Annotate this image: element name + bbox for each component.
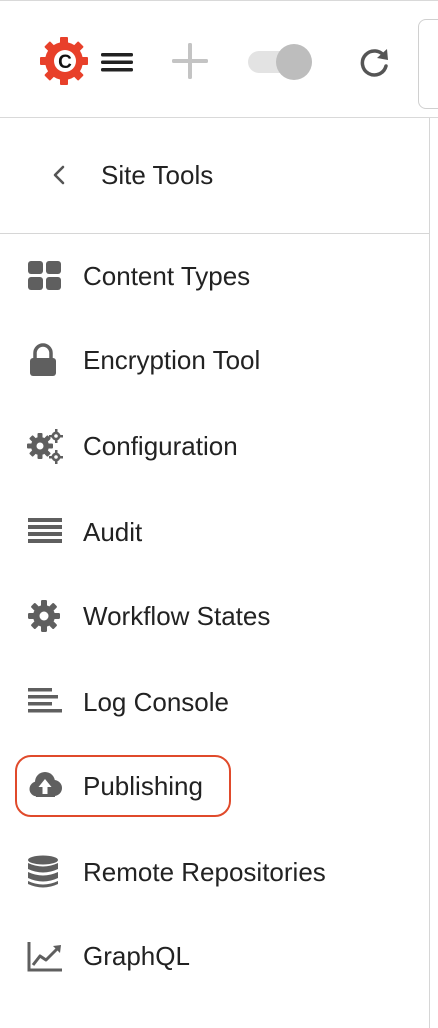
- sidebar-item-label: GraphQL: [83, 941, 190, 971]
- sidebar-item-label: Encryption Tool: [83, 345, 261, 375]
- sidebar-item-audit[interactable]: Audit: [0, 497, 429, 567]
- sidebar-item-log-console[interactable]: Log Console: [0, 667, 429, 737]
- refresh-icon[interactable]: [354, 43, 394, 83]
- sidebar-item-workflow-states[interactable]: Workflow States: [0, 581, 429, 651]
- sidebar-item-label: Remote Repositories: [83, 857, 326, 887]
- chevron-left-icon[interactable]: [44, 160, 74, 190]
- menu-icon[interactable]: [98, 47, 136, 77]
- sidebar-item-graphql[interactable]: GraphQL: [0, 921, 429, 991]
- sidebar-divider: [429, 118, 430, 1028]
- logo-letter: C: [58, 52, 72, 73]
- sidebar-item-publishing[interactable]: Publishing: [0, 751, 429, 821]
- gear-icon: [28, 600, 60, 632]
- lock-icon: [30, 343, 56, 376]
- sidebar-item-label: Publishing: [83, 771, 203, 801]
- craftercms-logo-icon[interactable]: C: [38, 35, 90, 87]
- list-lines-icon: [28, 518, 62, 543]
- sidebar-item-configuration[interactable]: Configuration: [0, 411, 429, 481]
- grid-icon: [28, 261, 61, 290]
- chart-line-icon: [27, 942, 62, 972]
- sidebar-item-content-types[interactable]: Content Types: [0, 241, 429, 311]
- gears-icon: [27, 429, 63, 464]
- sidebar-item-encryption-tool[interactable]: Encryption Tool: [0, 325, 429, 395]
- sidebar-item-label: Content Types: [83, 261, 251, 291]
- database-icon: [28, 855, 58, 888]
- add-icon[interactable]: [168, 39, 212, 83]
- sidebar-item-remote-repositories[interactable]: Remote Repositories: [0, 837, 429, 907]
- sidebar-item-label: Audit: [83, 517, 143, 547]
- page-title: Site Tools: [101, 160, 214, 190]
- sidebar-item-label: Log Console: [83, 687, 229, 717]
- sidebar-item-label: Workflow States: [83, 601, 271, 631]
- toggle-knob: [276, 44, 312, 80]
- search-field-edge[interactable]: [418, 19, 438, 109]
- sidebar-item-label: Configuration: [83, 431, 238, 461]
- top-toolbar: C: [0, 0, 438, 118]
- preview-toggle-switch[interactable]: [246, 44, 316, 80]
- text-lines-icon: [28, 688, 62, 713]
- cloud-upload-icon: [29, 772, 62, 797]
